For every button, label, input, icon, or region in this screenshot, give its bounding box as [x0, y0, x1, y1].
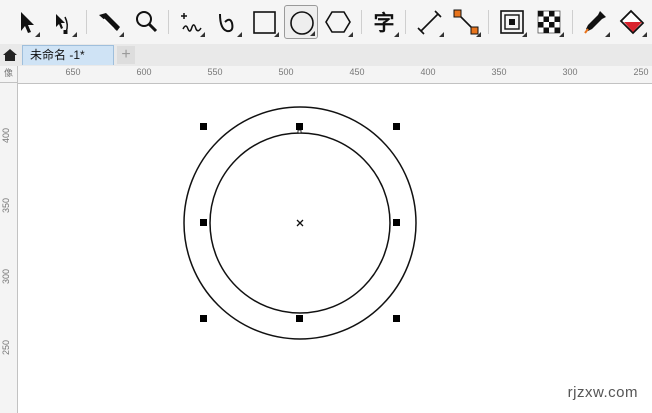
home-button[interactable]	[0, 44, 20, 66]
vertical-ruler[interactable]: 400 350 300 250	[0, 83, 18, 413]
node-handle[interactable]	[297, 129, 302, 134]
watermark: rjzxw.com	[567, 384, 638, 401]
selection-handle[interactable]	[296, 315, 303, 322]
selection-handle[interactable]	[393, 315, 400, 322]
ruler-label: 350	[491, 67, 507, 77]
contour-tool-button[interactable]	[495, 5, 529, 39]
ruler-label: 250	[1, 339, 11, 355]
ruler-label: 450	[349, 67, 365, 77]
ruler-label: 550	[207, 67, 223, 77]
add-tab-button[interactable]: +	[117, 46, 135, 64]
artistic-media-tool-button[interactable]	[210, 5, 244, 39]
document-tab-bar: 未命名 -1* +	[0, 44, 652, 67]
ruler-label: 600	[136, 67, 152, 77]
document-tab[interactable]: 未命名 -1*	[22, 45, 114, 65]
freehand-tool-button[interactable]	[173, 5, 207, 39]
zoom-tool-button[interactable]	[129, 5, 163, 39]
separator	[572, 10, 573, 34]
ruler-label: 400	[1, 127, 11, 143]
selection-handle[interactable]	[200, 219, 207, 226]
ruler-label: 500	[278, 67, 294, 77]
ruler-label: 300	[1, 268, 11, 284]
horizontal-ruler[interactable]: 650 600 550 500 450 400 350 300 250	[18, 66, 652, 84]
selection-handle[interactable]	[200, 123, 207, 130]
toolbox: 字	[0, 0, 652, 45]
separator	[405, 10, 406, 34]
pick-tool-button[interactable]	[8, 5, 42, 39]
ruler-label: 300	[562, 67, 578, 77]
home-icon	[3, 49, 17, 61]
ruler-label: 250	[633, 67, 649, 77]
separator	[168, 10, 169, 34]
ruler-label: 650	[65, 67, 81, 77]
selection-handle[interactable]	[200, 315, 207, 322]
rectangle-tool-button[interactable]	[247, 5, 281, 39]
ruler-label: 350	[1, 197, 11, 213]
selection-handle[interactable]	[296, 123, 303, 130]
text-tool-label: 字	[374, 11, 395, 35]
shape-tool-button[interactable]	[45, 5, 79, 39]
magnifier-icon	[136, 11, 158, 33]
separator	[86, 10, 87, 34]
center-marker[interactable]	[296, 219, 304, 227]
separator	[361, 10, 362, 34]
selection-handle[interactable]	[393, 219, 400, 226]
fill-tool-button[interactable]	[615, 5, 649, 39]
drawing-area	[183, 106, 417, 340]
dimension-tool-button[interactable]	[412, 5, 446, 39]
drawing-canvas[interactable]	[18, 84, 652, 413]
ruler-label: 400	[420, 67, 436, 77]
ruler-corner[interactable]: 像	[0, 66, 18, 83]
ellipse-tool-button[interactable]	[284, 5, 318, 39]
transparency-tool-button[interactable]	[532, 5, 566, 39]
text-tool-button[interactable]: 字	[367, 5, 401, 39]
crop-tool-button[interactable]	[92, 5, 126, 39]
polygon-tool-button[interactable]	[321, 5, 355, 39]
eyedropper-tool-button[interactable]	[578, 5, 612, 39]
connector-tool-button[interactable]	[449, 5, 483, 39]
selection-handle[interactable]	[393, 123, 400, 130]
separator	[488, 10, 489, 34]
